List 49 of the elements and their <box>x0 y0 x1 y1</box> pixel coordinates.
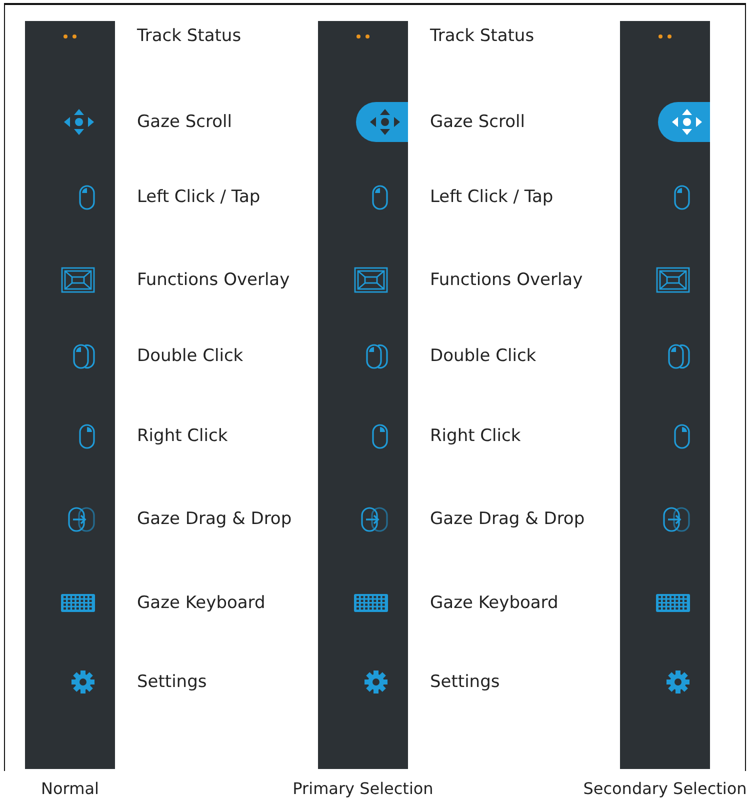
mouse-arrow-icon <box>68 506 95 532</box>
menu-label: Track Status <box>430 26 534 46</box>
settings-icon <box>364 670 388 694</box>
menu-label: Functions Overlay <box>137 270 290 290</box>
menu-label: Settings <box>430 672 500 692</box>
keyboard-icon <box>61 594 95 612</box>
settings-icon <box>71 670 95 694</box>
four-arrows-icon <box>671 108 703 136</box>
four-arrows-icon <box>63 108 95 136</box>
menu-label: Gaze Keyboard <box>430 593 558 613</box>
selection-pill[interactable] <box>658 102 710 142</box>
menu-label: Settings <box>137 672 207 692</box>
menu-label: Gaze Keyboard <box>137 593 266 613</box>
tracking-dots-icon <box>658 34 672 38</box>
four-arrows-icon <box>369 108 401 136</box>
menu-label: Functions Overlay <box>430 270 583 290</box>
mouse-icon <box>79 184 95 210</box>
mouse-icon <box>372 184 388 210</box>
menu-label: Left Click / Tap <box>137 187 260 207</box>
menu-label: Left Click / Tap <box>430 187 554 207</box>
menu-label: Right Click <box>137 426 228 446</box>
panel-caption: Primary Selection <box>292 779 434 798</box>
panel-caption: Secondary Selection <box>583 779 747 798</box>
menu-label: Gaze Drag & Drop <box>430 509 585 529</box>
mouse-arrow-icon <box>663 506 690 532</box>
double-mouse-icon <box>73 344 95 368</box>
mouse-icon <box>372 424 388 448</box>
keyboard-icon <box>354 594 388 612</box>
menu-label: Gaze Scroll <box>137 112 232 132</box>
mouse-icon <box>674 424 690 448</box>
keyboard-icon <box>656 594 690 612</box>
overlay-frame-icon <box>61 267 95 293</box>
tracking-dots-icon <box>63 34 77 38</box>
menu-label: Gaze Drag & Drop <box>137 509 292 529</box>
mouse-icon <box>674 184 690 210</box>
settings-icon <box>666 670 690 694</box>
double-mouse-icon <box>668 344 690 368</box>
menu-label: Track Status <box>137 26 242 46</box>
mouse-arrow-icon <box>361 506 388 532</box>
menu-label: Double Click <box>137 346 244 366</box>
panel-caption: Normal <box>41 779 99 798</box>
mouse-icon <box>79 424 95 448</box>
menu-label: Gaze Scroll <box>430 112 525 132</box>
tracking-dots-icon <box>356 34 370 38</box>
menu-label: Right Click <box>430 426 521 446</box>
menu-label: Double Click <box>430 346 536 366</box>
double-mouse-icon <box>366 344 388 368</box>
overlay-frame-icon <box>656 267 690 293</box>
overlay-frame-icon <box>354 267 388 293</box>
